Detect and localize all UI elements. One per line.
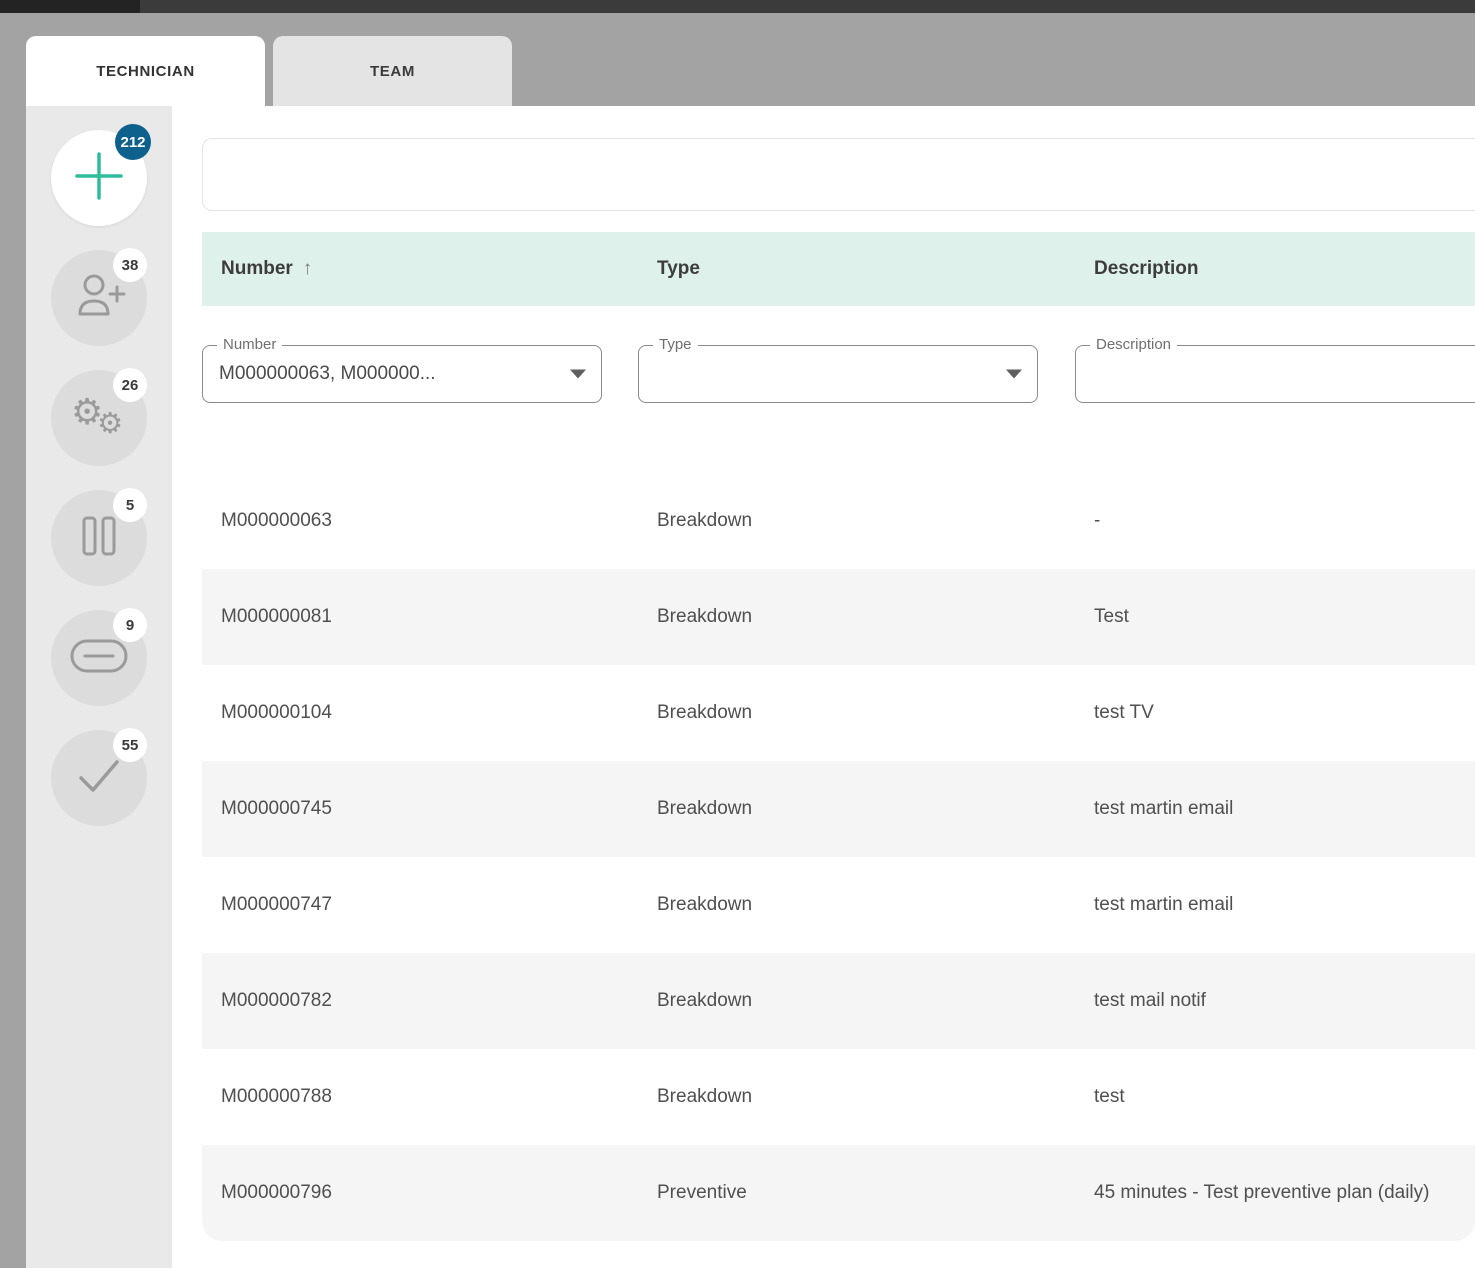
cell-description: - xyxy=(1075,510,1475,532)
badge-count: 212 xyxy=(115,124,151,160)
chevron-down-icon xyxy=(570,370,586,379)
table-body: M000000063 Breakdown - M000000081 Breakd… xyxy=(202,473,1475,1241)
cell-number: M000000747 xyxy=(202,894,638,916)
badge-count: 9 xyxy=(113,608,147,642)
table-header-row: Number↑ Type Description xyxy=(202,232,1475,306)
table-row[interactable]: M000000081 Breakdown Test xyxy=(202,569,1475,665)
tab-bar: TECHNICIAN TEAM xyxy=(26,36,512,106)
chevron-down-icon xyxy=(1006,370,1022,379)
paused-button[interactable]: 5 xyxy=(51,490,147,586)
number-filter-select[interactable]: Number M000000063, M000000... xyxy=(202,345,602,403)
description-filter-input[interactable]: Description xyxy=(1075,345,1475,403)
toolbar-search-box[interactable] xyxy=(202,138,1475,211)
column-header-type[interactable]: Type xyxy=(638,258,1075,280)
number-filter-value: M000000063, M000000... xyxy=(203,346,601,402)
table-row[interactable]: M000000063 Breakdown - xyxy=(202,473,1475,569)
gears-icon: ⚙⚙ xyxy=(71,394,127,442)
cell-number: M000000081 xyxy=(202,606,638,628)
tab-technician-label: TECHNICIAN xyxy=(96,63,195,80)
tab-technician[interactable]: TECHNICIAN xyxy=(26,36,265,106)
badge-count: 38 xyxy=(113,248,147,282)
pause-icon xyxy=(82,516,116,561)
create-work-order-button[interactable]: 212 xyxy=(51,130,147,226)
cell-description: test TV xyxy=(1075,702,1475,724)
badge-count: 26 xyxy=(113,368,147,402)
table-row[interactable]: M000000747 Breakdown test martin email xyxy=(202,857,1475,953)
cell-description: Test xyxy=(1075,606,1475,628)
type-filter-value xyxy=(639,346,1037,402)
cell-description: test martin email xyxy=(1075,798,1475,820)
cell-description: test mail notif xyxy=(1075,990,1475,1012)
description-filter-value xyxy=(1076,346,1475,402)
assign-person-button[interactable]: 38 xyxy=(51,250,147,346)
cell-number: M000000788 xyxy=(202,1086,638,1108)
filter-row: Number M000000063, M000000... Type Descr… xyxy=(202,345,1475,403)
cell-type: Breakdown xyxy=(638,702,1075,724)
table-row[interactable]: M000000104 Breakdown test TV xyxy=(202,665,1475,761)
cell-type: Breakdown xyxy=(638,798,1075,820)
table-row[interactable]: M000000745 Breakdown test martin email xyxy=(202,761,1475,857)
cell-description: 45 minutes - Test preventive plan (daily… xyxy=(1075,1182,1475,1204)
cell-description: test xyxy=(1075,1086,1475,1108)
column-header-description[interactable]: Description xyxy=(1075,258,1475,280)
content-area: Number↑ Type Description Number M0000000… xyxy=(172,106,1475,1268)
tab-team-label: TEAM xyxy=(370,63,415,80)
column-header-number[interactable]: Number↑ xyxy=(202,258,638,280)
cell-number: M000000782 xyxy=(202,990,638,1012)
cell-description: test martin email xyxy=(1075,894,1475,916)
table-row[interactable]: M000000796 Preventive 45 minutes - Test … xyxy=(202,1145,1475,1241)
completed-button[interactable]: 55 xyxy=(51,730,147,826)
type-filter-select[interactable]: Type xyxy=(638,345,1038,403)
sort-asc-icon: ↑ xyxy=(303,258,313,279)
table-row[interactable]: M000000788 Breakdown test xyxy=(202,1049,1475,1145)
cell-number: M000000104 xyxy=(202,702,638,724)
cell-number: M000000063 xyxy=(202,510,638,532)
cell-type: Preventive xyxy=(638,1182,1075,1204)
cell-type: Breakdown xyxy=(638,606,1075,628)
window-top-bar xyxy=(0,0,1475,13)
badge-count: 55 xyxy=(113,728,147,762)
person-add-icon xyxy=(72,273,126,324)
badge-count: 5 xyxy=(113,488,147,522)
cell-type: Breakdown xyxy=(638,510,1075,532)
sidebar: 212 38 ⚙⚙ 26 xyxy=(26,106,172,1268)
type-filter-label: Type xyxy=(653,336,698,353)
main-panel: 212 38 ⚙⚙ 26 xyxy=(26,106,1475,1268)
window-top-bar-segment xyxy=(0,0,140,13)
linked-button[interactable]: 9 xyxy=(51,610,147,706)
description-filter-label: Description xyxy=(1090,336,1177,353)
link-icon xyxy=(70,639,128,678)
cell-type: Breakdown xyxy=(638,894,1075,916)
cell-number: M000000745 xyxy=(202,798,638,820)
check-icon xyxy=(76,757,122,800)
cell-type: Breakdown xyxy=(638,990,1075,1012)
cell-type: Breakdown xyxy=(638,1086,1075,1108)
cell-number: M000000796 xyxy=(202,1182,638,1204)
in-progress-button[interactable]: ⚙⚙ 26 xyxy=(51,370,147,466)
number-filter-label: Number xyxy=(217,336,282,353)
plus-icon xyxy=(73,150,125,207)
table-row[interactable]: M000000782 Breakdown test mail notif xyxy=(202,953,1475,1049)
tab-team[interactable]: TEAM xyxy=(273,36,512,106)
